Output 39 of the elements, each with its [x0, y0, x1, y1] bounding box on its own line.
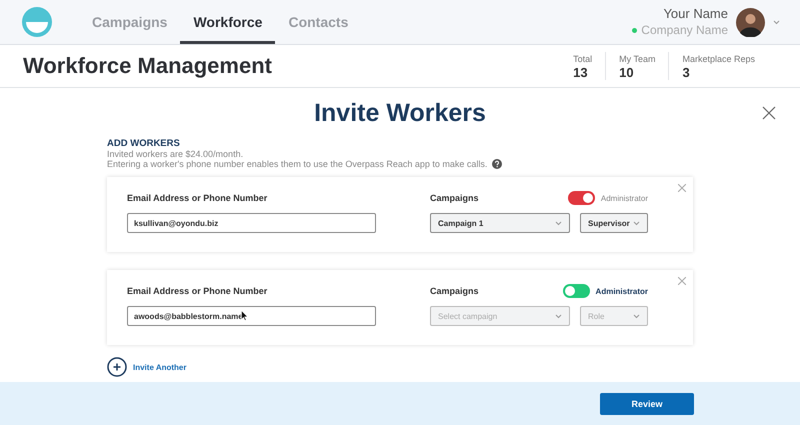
dialog-title: Invite Workers [314, 98, 486, 128]
field-label: Campaigns [430, 285, 479, 298]
stat-label: My Team [619, 53, 656, 66]
email-field[interactable]: awoods@babblestorm.name [127, 306, 376, 326]
company-name: Company Name [641, 22, 728, 38]
user-name: Your Name [663, 6, 728, 22]
stat-label: Marketplace Reps [682, 53, 755, 66]
note-text: Entering a worker's phone number enables them to use the Overpass Reach app to make calls. [107, 159, 488, 169]
field-label: Email Address or Phone Number [127, 285, 268, 298]
stat-value: 10 [619, 66, 635, 80]
review-button[interactable]: Review [600, 392, 694, 414]
close-icon[interactable] [762, 106, 776, 120]
invite-another-link[interactable]: Invite Another [133, 362, 186, 372]
stat-value: 3 [682, 66, 691, 80]
chevron-down-icon [633, 220, 640, 226]
chevron-down-icon [555, 220, 562, 226]
field-label: Campaigns [430, 192, 479, 205]
chevron-down-icon [555, 314, 562, 318]
email-field[interactable]: ksullivan@oyondu.biz [127, 213, 376, 233]
note-text: Invited workers are $24.00/month. [107, 149, 244, 159]
toggle-label: Administrator [600, 194, 648, 202]
stat-value: 13 [573, 66, 589, 80]
add-icon[interactable] [107, 357, 127, 377]
role-select[interactable]: Supervisor [580, 213, 648, 233]
administrator-toggle[interactable] [568, 191, 595, 205]
avatar[interactable] [736, 8, 765, 36]
help-icon[interactable] [492, 159, 502, 169]
logo-icon [22, 7, 52, 37]
chevron-down-icon [773, 20, 780, 24]
nav-tab[interactable]: Workforce [180, 3, 276, 44]
field-label: Email Address or Phone Number [127, 192, 268, 205]
stat-label: Total [573, 53, 592, 66]
section-heading: ADD WORKERS [107, 138, 181, 149]
administrator-toggle[interactable] [562, 284, 590, 298]
campaign-select[interactable]: Campaign 1 [430, 213, 570, 233]
page-title: Workforce Management [23, 53, 272, 79]
toggle-label: Administrator [596, 286, 648, 296]
chevron-down-icon [633, 314, 640, 318]
status-dot [632, 28, 638, 32]
